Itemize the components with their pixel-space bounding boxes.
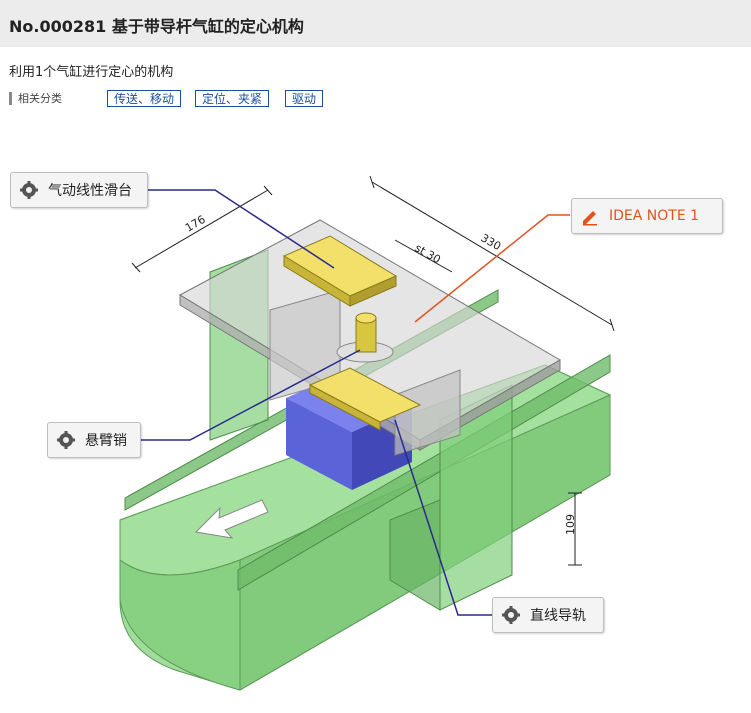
callout-label: 气动线性滑台 <box>48 183 132 199</box>
pencil-icon <box>583 211 597 226</box>
gear-icon <box>20 181 38 199</box>
callout-label: IDEA NOTE 1 <box>609 208 700 224</box>
dim-stroke: st 30 <box>413 241 443 266</box>
gear-icon <box>57 431 75 449</box>
callout-idea-note[interactable]: IDEA NOTE 1 <box>571 198 723 234</box>
callout-cantilever-pin[interactable]: 悬臂销 <box>47 422 141 458</box>
callout-label: 悬臂销 <box>85 433 127 449</box>
dim-176: 176 <box>183 213 208 235</box>
callout-linear-slide[interactable]: 气动线性滑台 <box>10 172 148 208</box>
callout-label: 直线导轨 <box>530 608 586 624</box>
dim-109: 109 <box>564 514 577 535</box>
dim-330: 330 <box>479 231 504 253</box>
gear-icon <box>502 606 520 624</box>
callout-linear-guide[interactable]: 直线导轨 <box>492 597 604 633</box>
mechanism-diagram: 176 330 st 30 109 <box>119 175 615 691</box>
